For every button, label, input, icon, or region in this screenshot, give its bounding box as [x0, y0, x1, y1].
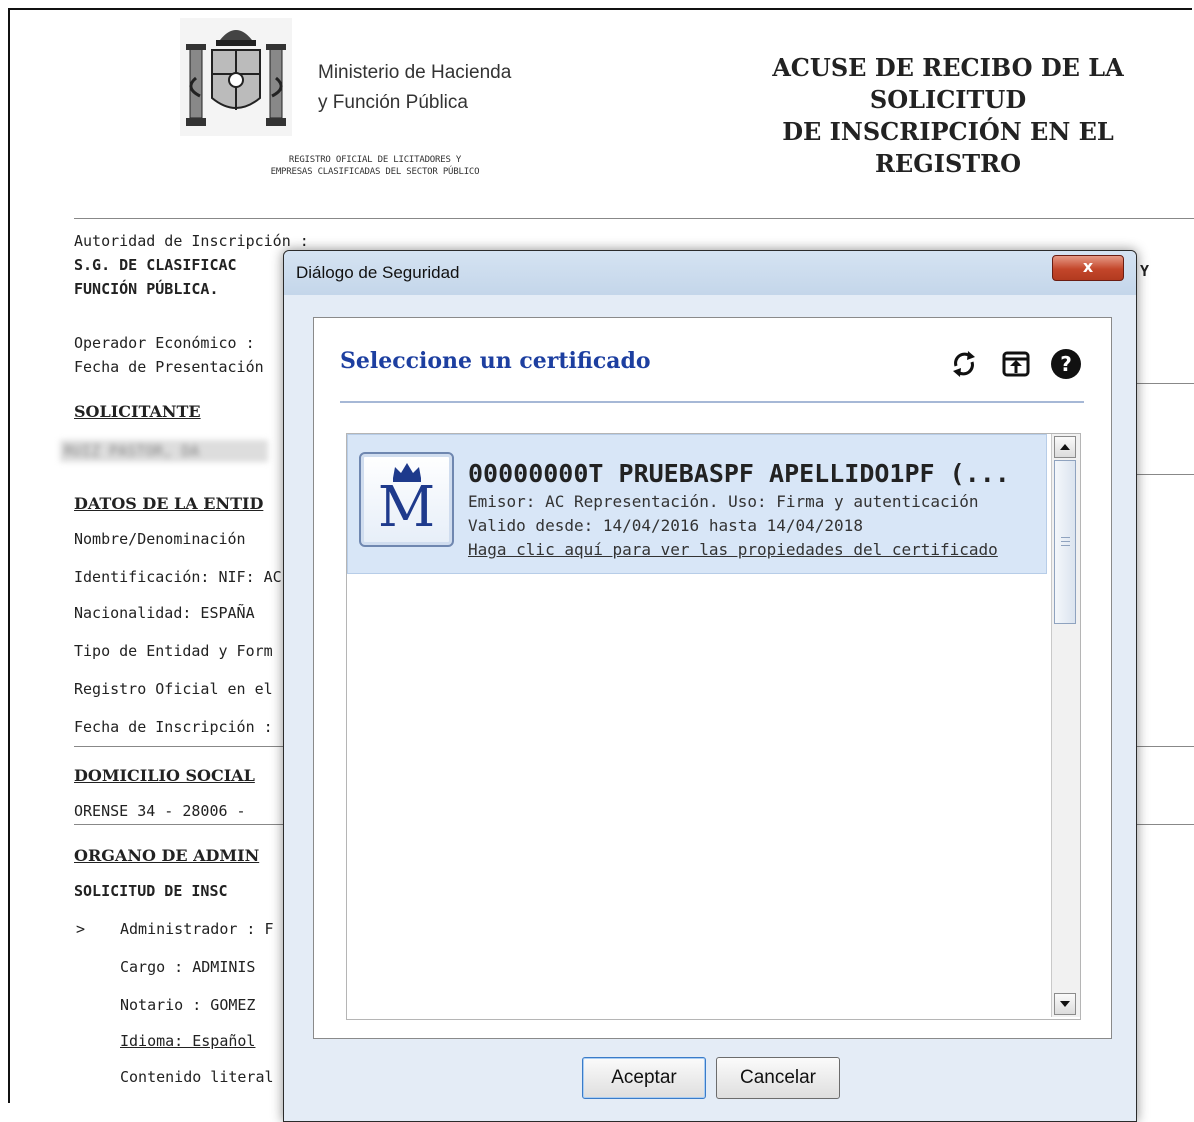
ministry-name: Ministerio de Hacienda y Función Pública — [318, 58, 511, 118]
refresh-icon[interactable] — [948, 348, 980, 380]
tipo-label: Tipo de Entidad y Form — [74, 642, 273, 660]
organo-heading: ORGANO DE ADMIN — [74, 846, 260, 865]
scroll-up-icon — [1060, 444, 1070, 450]
fecha-presentacion-label: Fecha de Presentación — [74, 358, 264, 376]
administrador-label: Administrador : F — [120, 920, 274, 938]
operador-label: Operador Económico : — [74, 334, 255, 352]
scroll-up-button[interactable] — [1054, 436, 1076, 458]
security-dialog: Diálogo de Seguridad x Seleccione un cer… — [283, 250, 1137, 1122]
certificate-icon: M — [359, 452, 454, 547]
registry-line-1: REGISTRO OFICIAL DE LICITADORES Y — [288, 155, 462, 165]
divider-4 — [74, 824, 284, 825]
header-divider — [74, 218, 1194, 219]
list-scrollbar[interactable] — [1051, 434, 1080, 1017]
cancel-button[interactable]: Cancelar — [716, 1057, 840, 1099]
nacionalidad-label: Nacionalidad: ESPAÑA — [74, 604, 255, 622]
bullet-marker: > — [76, 920, 86, 938]
autoridad-value-2: FUNCIÓN PÚBLICA. — [74, 280, 219, 298]
certificate-properties-link[interactable]: Haga clic aquí para ver las propiedades … — [468, 540, 998, 559]
dialog-content: Seleccione un certificado ? M 00000000T … — [313, 317, 1112, 1039]
solicitante-value: RUIZ PASTOR, DA — [60, 440, 268, 462]
document-title: ACUSE DE RECIBO DE LA SOLICITUD DE INSCR… — [752, 52, 1144, 180]
identificacion-label: Identificación: NIF: AC — [74, 568, 282, 586]
scroll-down-icon — [1060, 1001, 1070, 1007]
autoridad-value-1: S.G. DE CLASIFICAC — [74, 256, 237, 274]
registry-name: REGISTRO OFICIAL DE LICITADORES Y EMPRES… — [200, 154, 550, 178]
divider-3 — [74, 746, 284, 747]
domicilio-heading: DOMICILIO SOCIAL — [74, 766, 255, 785]
domicilio-value: ORENSE 34 - 28006 - — [74, 802, 246, 820]
nombre-label: Nombre/Denominación — [74, 530, 246, 548]
title-line-2: SOLICITUD — [869, 85, 1027, 114]
autoridad-value-end: Y — [1140, 262, 1150, 280]
divider-1 — [1136, 383, 1194, 384]
import-icon[interactable] — [1000, 348, 1032, 380]
certificate-title: 00000000T PRUEBASPF APELLIDO1PF (... — [468, 459, 1010, 488]
ministry-line-2: y Función Pública — [318, 92, 468, 113]
cargo-label: Cargo : ADMINIS — [120, 958, 256, 976]
idioma-link[interactable]: Idioma: Español — [120, 1032, 255, 1050]
certificate-item[interactable]: M 00000000T PRUEBASPF APELLIDO1PF (... E… — [347, 434, 1047, 574]
contenido-label: Contenido literal — [120, 1068, 274, 1086]
divider-2 — [1136, 474, 1194, 475]
divider-4b — [1136, 824, 1194, 825]
certificate-list[interactable]: M 00000000T PRUEBASPF APELLIDO1PF (... E… — [346, 433, 1081, 1020]
dialog-title: Diálogo de Seguridad — [296, 263, 460, 282]
scroll-thumb[interactable] — [1054, 460, 1076, 624]
svg-text:?: ? — [1060, 352, 1072, 376]
autoridad-label: Autoridad de Inscripción : — [74, 232, 309, 250]
notario-label: Notario : GOMEZ — [120, 996, 256, 1014]
heading-divider — [340, 401, 1084, 403]
title-line-4: REGISTRO — [874, 149, 1021, 178]
help-icon[interactable]: ? — [1050, 348, 1082, 380]
title-line-1: ACUSE DE RECIBO DE LA — [772, 53, 1124, 82]
dialog-heading: Seleccione un certificado — [340, 348, 651, 374]
solicitud-heading: SOLICITUD DE INSC — [74, 882, 228, 900]
divider-3b — [1136, 746, 1194, 747]
accept-button[interactable]: Aceptar — [582, 1057, 706, 1099]
registry-line-2: EMPRESAS CLASIFICADAS DEL SECTOR PÚBLICO — [270, 167, 480, 177]
certificate-validity: Valido desde: 14/04/2016 hasta 14/04/201… — [468, 516, 863, 535]
ministry-line-1: Ministerio de Hacienda — [318, 62, 512, 83]
scroll-down-button[interactable] — [1054, 993, 1076, 1015]
certificate-icon-letter: M — [377, 475, 436, 540]
registro-label: Registro Oficial en el c — [74, 680, 291, 698]
fecha-inscripcion-label: Fecha de Inscripción : — [74, 718, 273, 736]
close-button[interactable]: x — [1052, 255, 1124, 281]
title-line-3: DE INSCRIPCIÓN EN EL — [782, 117, 1114, 146]
coat-of-arms-icon — [180, 18, 292, 136]
dialog-titlebar[interactable]: Diálogo de Seguridad x — [284, 251, 1136, 295]
solicitante-heading: SOLICITANTE — [74, 402, 201, 421]
datos-heading: DATOS DE LA ENTID — [74, 494, 264, 513]
certificate-issuer: Emisor: AC Representación. Uso: Firma y … — [468, 492, 979, 511]
